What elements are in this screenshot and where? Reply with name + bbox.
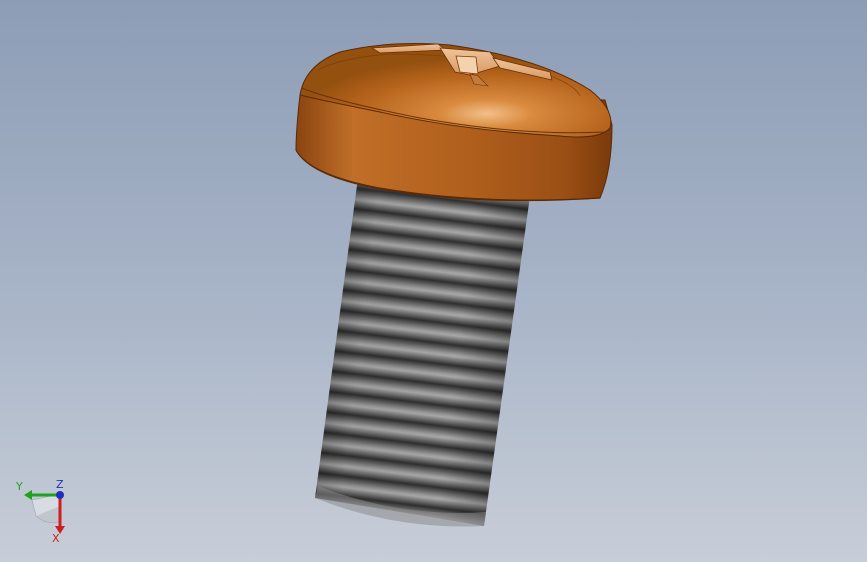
3d-viewport[interactable] [0, 0, 867, 562]
y-axis-arrow [24, 490, 32, 500]
y-axis-label: Y [15, 480, 23, 493]
screw-head [295, 43, 613, 202]
screw-shank [315, 178, 530, 527]
x-axis-label: X [52, 532, 60, 545]
z-axis-dot [56, 491, 64, 499]
axis-triad: Y X Z [15, 478, 65, 545]
z-axis-label: Z [56, 478, 64, 491]
